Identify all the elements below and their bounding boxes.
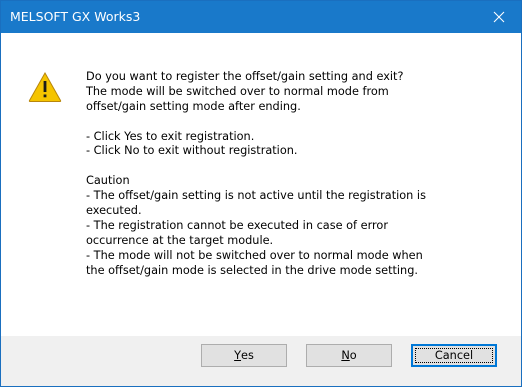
warning-icon (28, 71, 62, 102)
close-icon (493, 11, 505, 23)
message-line: occurrence at the target module. (86, 233, 274, 247)
message-line: - The mode will not be switched over to … (86, 248, 423, 262)
cancel-button[interactable]: Cancel (411, 344, 497, 367)
message-line: - The registration cannot be executed in… (86, 218, 388, 232)
cancel-label: Cancel (434, 349, 474, 362)
title-bar[interactable]: MELSOFT GX Works3 (1, 1, 521, 33)
message-line: - Click No to exit without registration. (86, 144, 298, 158)
message-line: The mode will be switched over to normal… (86, 84, 389, 98)
no-button[interactable]: No (306, 344, 392, 367)
dialog-window: MELSOFT GX Works3 Do you want to registe… (0, 0, 522, 387)
message-line: - Click Yes to exit registration. (86, 129, 255, 143)
caution-heading: Caution (86, 174, 130, 188)
close-button[interactable] (477, 1, 521, 33)
message-line: executed. (86, 204, 142, 218)
message-line: offset/gain setting mode after ending. (86, 99, 301, 113)
yes-button[interactable]: Yes (201, 344, 287, 367)
yes-label: es (241, 349, 254, 362)
no-label: o (349, 349, 357, 362)
message-line: - The offset/gain setting is not active … (86, 189, 426, 203)
dialog-message: Do you want to register the offset/gain … (86, 70, 506, 278)
dialog-content: Do you want to register the offset/gain … (1, 33, 521, 336)
window-title: MELSOFT GX Works3 (10, 9, 141, 24)
message-line: Do you want to register the offset/gain … (86, 70, 404, 83)
yes-mnemonic: Y (234, 349, 242, 362)
no-mnemonic: N (341, 349, 350, 362)
message-spacer (86, 115, 506, 130)
message-line: the offset/gain mode is selected in the … (86, 263, 418, 277)
message-spacer (86, 159, 506, 174)
